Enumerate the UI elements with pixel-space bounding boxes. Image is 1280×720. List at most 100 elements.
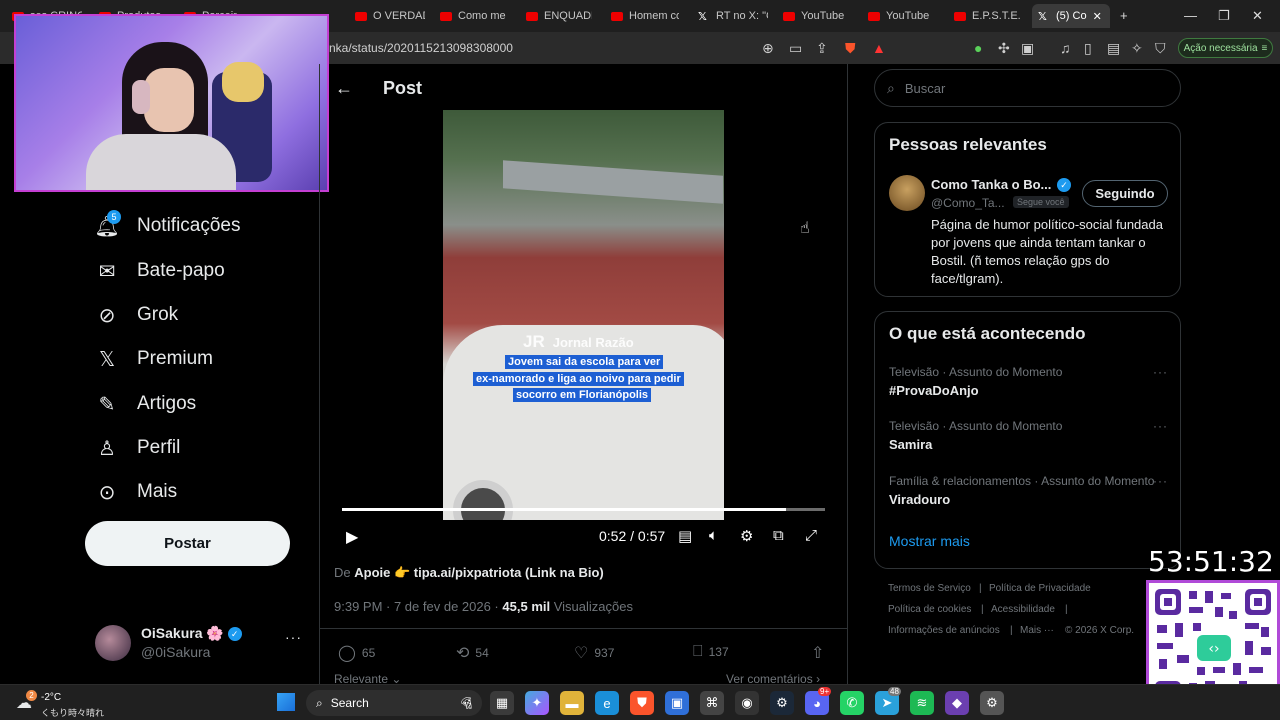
nav-more[interactable]: ⊙ Mais [95, 477, 178, 507]
post-timestamp[interactable]: 9:39 PM · 7 de fev de 2026 · [334, 599, 499, 614]
account-more-icon[interactable]: ··· [285, 629, 302, 645]
zoom-icon[interactable]: ⊕ [762, 40, 774, 57]
brave-shield-icon[interactable]: ⛊ [845, 40, 856, 57]
bookmark-button[interactable]: ⎕ 137 [693, 643, 729, 661]
footer-more-link[interactable]: Mais ··· [1020, 625, 1054, 636]
fullscreen-icon[interactable]: ⤢ [805, 527, 817, 544]
store-icon[interactable]: ▣ [665, 691, 689, 715]
browser-tab[interactable]: YouTube [868, 4, 938, 28]
nav-profile[interactable]: ♙ Perfil [95, 433, 180, 463]
more-options-icon[interactable]: ··· [1153, 419, 1168, 433]
nav-articles[interactable]: ✎ Artigos [95, 389, 197, 419]
following-button[interactable]: Seguindo [1082, 180, 1168, 207]
browser-tab[interactable]: YouTube [783, 4, 853, 28]
nav-premium[interactable]: 𝕏 Premium [95, 344, 213, 374]
brave-icon[interactable]: ⛊ [630, 691, 654, 715]
close-window-icon[interactable]: ✕ [1252, 8, 1263, 24]
article-icon: ✎ [98, 393, 116, 416]
leo-icon[interactable]: ✧ [1131, 40, 1143, 57]
minimize-icon[interactable]: — [1184, 8, 1197, 23]
wallet-icon[interactable]: ▣ [1021, 40, 1034, 57]
shield-icon[interactable]: ⛉ [1155, 40, 1166, 57]
windows-start-icon[interactable] [277, 693, 295, 711]
music-icon[interactable]: ♫ [1060, 40, 1071, 56]
account-switcher[interactable]: OiSakura 🌸 ✓ @0iSakura ··· [95, 623, 305, 663]
capcut-icon[interactable]: ⌘ [700, 691, 724, 715]
cast-icon[interactable]: ▭ [789, 40, 802, 57]
sidebar-icon[interactable]: ▯ [1084, 40, 1092, 57]
browser-tab[interactable]: 𝕏RT no X: "G [698, 4, 768, 28]
vpn-icon[interactable]: ● [974, 40, 982, 56]
settings-gear-icon[interactable]: ⚙ [980, 691, 1004, 715]
video-caption-line: socorro em Florianópolis [513, 388, 652, 402]
settings-gear-icon[interactable]: ⚙ [740, 527, 753, 545]
browser-tab[interactable]: E.P.S.T.E.I. [954, 4, 1020, 28]
copilot-icon[interactable]: ✦ [525, 691, 549, 715]
like-button[interactable]: ♡ 937 [574, 643, 614, 663]
card-title: Pessoas relevantes [889, 135, 1047, 154]
browser-tab[interactable]: Homem co [611, 4, 679, 28]
app-icon[interactable]: ◆ [945, 691, 969, 715]
browser-tab-active[interactable]: 𝕏 (5) Co ✕ [1032, 4, 1110, 28]
nav-grok[interactable]: ⊘ Grok [95, 300, 179, 330]
captions-icon[interactable]: ▤ [678, 527, 692, 545]
avatar[interactable] [889, 175, 925, 211]
reply-button[interactable]: ◯ 65 [338, 643, 375, 663]
maximize-icon[interactable]: ❐ [1218, 8, 1230, 24]
more-options-icon[interactable]: ··· [1153, 365, 1168, 379]
footer-link[interactable]: Termos de Serviço [888, 583, 971, 594]
discord-badge: 9+ [818, 687, 832, 696]
volume-icon[interactable]: 🔈︎ [709, 527, 718, 544]
back-arrow-icon[interactable]: ← [335, 78, 353, 99]
more-options-icon[interactable]: ··· [1153, 474, 1168, 488]
edge-icon[interactable]: e [595, 691, 619, 715]
taskbar-search[interactable]: ⌕ Search 🍕︎ [306, 690, 482, 716]
footer-link[interactable]: Política de Privacidade [989, 583, 1091, 594]
column-divider [319, 64, 320, 684]
task-view-icon[interactable]: ▦ [490, 691, 514, 715]
obs-icon[interactable]: ◉ [735, 691, 759, 715]
wallet2-icon[interactable]: ▤ [1107, 40, 1120, 57]
file-explorer-icon[interactable]: ▬ [560, 691, 584, 715]
action-needed-button[interactable]: Ação necessária ≡ [1178, 38, 1273, 58]
video-caption-line: ex-namorado e liga ao noivo para pedir [473, 372, 684, 386]
account-handle: @0iSakura [141, 644, 211, 660]
share-button[interactable]: ⇧ [811, 643, 824, 663]
browser-tab[interactable]: O VERDAD [355, 4, 425, 28]
source-link[interactable]: Apoie 👉 tipa.ai/pixpatriota (Link na Bio… [354, 565, 603, 580]
footer-link[interactable]: Acessibilidade [991, 604, 1055, 615]
weather-widget[interactable]: ☁ 2 -2°C くもり時々晴れ [14, 690, 134, 718]
footer-link[interactable]: Política de cookies [888, 604, 971, 615]
spotify-icon[interactable]: ≋ [910, 691, 934, 715]
video-watermark: JR Jornal Razão [523, 332, 634, 351]
video-progress-bar[interactable] [342, 508, 825, 511]
url-field[interactable]: nka/status/2020115213098308000 [329, 41, 513, 55]
footer-link[interactable]: Informações de anúncios [888, 625, 1000, 636]
svg-text:‹›: ‹› [1208, 641, 1219, 657]
repost-button[interactable]: ⟲ 54 [456, 643, 489, 663]
steam-icon[interactable]: ⚙ [770, 691, 794, 715]
picture-in-picture-icon[interactable]: ⧉ [773, 527, 784, 544]
browser-tab[interactable]: Como me [440, 4, 510, 28]
brave-rewards-icon[interactable]: ▲ [872, 40, 886, 56]
share-icon[interactable]: ⇪ [816, 40, 828, 57]
play-icon[interactable]: ▶ [346, 527, 358, 547]
video-player[interactable]: JR Jornal Razão Jovem sai da escola para … [334, 110, 833, 556]
close-tab-icon[interactable]: ✕ [1093, 10, 1102, 23]
search-input[interactable]: ⌕ Buscar [874, 69, 1181, 107]
whatsapp-icon[interactable]: ✆ [840, 691, 864, 715]
trend-item[interactable]: Televisão · Assunto do Momento #ProvaDoA… [889, 365, 1174, 398]
trend-item[interactable]: Televisão · Assunto do Momento Samira ··… [889, 419, 1174, 452]
new-tab-icon[interactable]: + [1120, 8, 1128, 23]
person-bio: Página de humor político-social fundada … [931, 217, 1163, 286]
extensions-icon[interactable]: ✣ [998, 40, 1010, 57]
post-button[interactable]: Postar [85, 521, 290, 566]
browser-tab[interactable]: ENQUADR [526, 4, 592, 28]
search-icon: ⌕ [887, 79, 895, 96]
nav-chat[interactable]: ✉ Bate-papo [95, 256, 225, 286]
person-name[interactable]: Como Tanka o Bo... [931, 177, 1051, 192]
footer-separator: | [979, 583, 982, 594]
taskbar: ☁ 2 -2°C くもり時々晴れ ⌕ Search 🍕︎ ▦ ✦ ▬ e ⛊ ▣ … [0, 684, 1280, 720]
trend-item[interactable]: Família & relacionamentos · Assunto do M… [889, 474, 1174, 507]
show-more-link[interactable]: Mostrar mais [889, 533, 970, 549]
